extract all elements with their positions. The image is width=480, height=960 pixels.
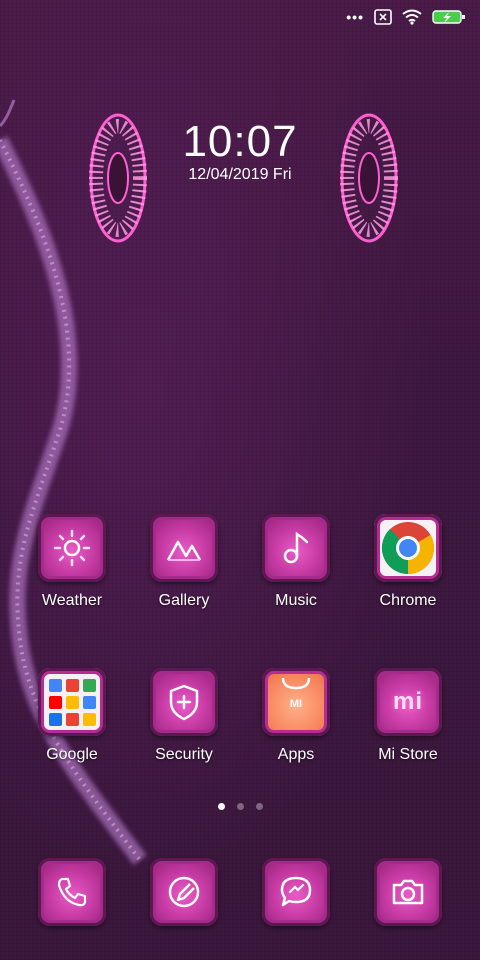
battery-charging-icon [432, 10, 465, 24]
clock-date: 12/04/2019 Fri [188, 166, 292, 183]
dock-messages[interactable] [240, 858, 352, 926]
dock-browser[interactable] [128, 858, 240, 926]
dock-phone[interactable] [16, 858, 128, 926]
app-mi-store[interactable]: mi Mi Store [352, 668, 464, 764]
page-dot[interactable] [255, 803, 263, 810]
app-label: Music [275, 592, 317, 609]
browser-icon [168, 876, 200, 908]
camera-icon [392, 879, 424, 905]
wifi-icon [402, 9, 422, 25]
app-google-folder[interactable]: Google [16, 668, 128, 764]
mi-bag-icon: MI [271, 678, 321, 722]
shield-plus-icon [169, 684, 199, 721]
app-label: Gallery [158, 592, 210, 609]
phone-icon [57, 877, 87, 907]
message-icon [280, 876, 312, 907]
app-chrome[interactable]: Chrome [352, 514, 464, 610]
app-label: Security [155, 746, 213, 763]
mi-logo-icon: mi [392, 688, 423, 715]
clock-time: 10:07 [182, 117, 298, 166]
app-music[interactable]: Music [240, 514, 352, 610]
app-label: Apps [277, 746, 315, 763]
app-apps[interactable]: MI Apps [240, 668, 352, 764]
mountains-icon [166, 540, 202, 561]
chrome-icon [381, 522, 434, 574]
app-label: Chrome [379, 592, 437, 609]
page-indicator [0, 803, 480, 810]
app-security[interactable]: Security [128, 668, 240, 764]
app-label: Mi Store [378, 746, 438, 763]
app-label: Weather [41, 592, 103, 609]
dock-camera[interactable] [352, 858, 464, 926]
status-bar: ••• [346, 6, 466, 28]
clock-widget[interactable]: 10:07 12/04/2019 Fri [0, 118, 480, 184]
music-note-icon [283, 531, 309, 564]
page-dot[interactable] [236, 803, 244, 810]
sun-icon [53, 529, 91, 567]
google-folder-icon [38, 668, 106, 736]
app-gallery[interactable]: Gallery [128, 514, 240, 610]
page-dot-active[interactable] [217, 803, 225, 810]
app-label: Google [46, 746, 98, 763]
app-weather[interactable]: Weather [16, 514, 128, 610]
more-notifications-icon: ••• [346, 9, 364, 25]
screenshot-x-icon [374, 9, 392, 25]
